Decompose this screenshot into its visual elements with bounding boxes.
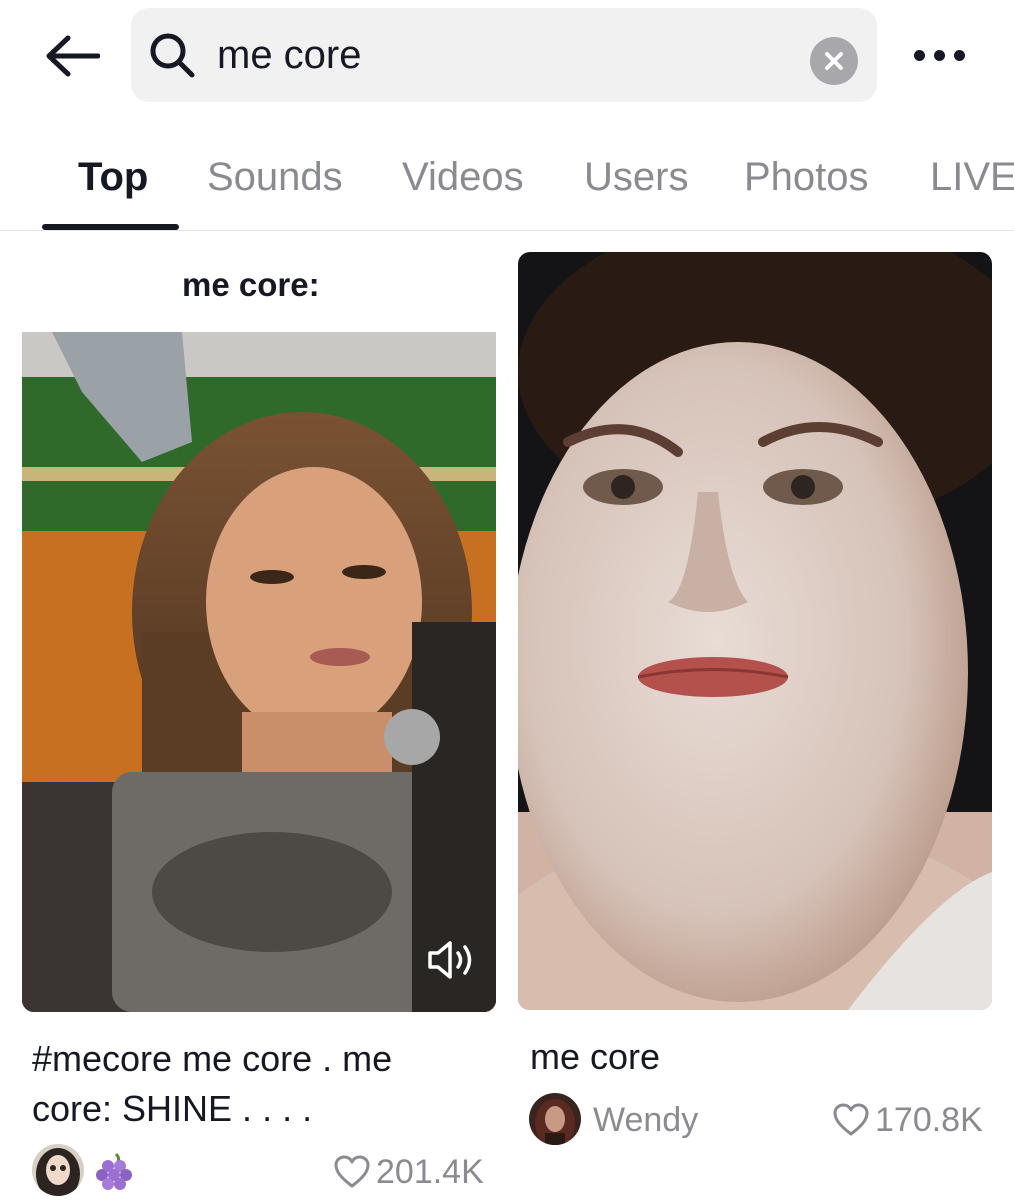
more-options-button[interactable]: [900, 30, 978, 80]
divider: [0, 230, 1014, 231]
like-count: 201.4K: [334, 1148, 484, 1196]
like-count: 170.8K: [833, 1096, 983, 1144]
more-icon: [913, 49, 925, 61]
close-icon: [825, 52, 843, 70]
tab-videos[interactable]: Videos: [402, 150, 524, 204]
back-button[interactable]: [40, 24, 104, 88]
search-input[interactable]: me core: [217, 8, 362, 102]
video-card[interactable]: [518, 252, 992, 1010]
video-caption-area: me core:: [22, 252, 496, 332]
video-thumbnail: [518, 252, 992, 1010]
avatar[interactable]: [529, 1093, 581, 1145]
tab-top[interactable]: Top: [78, 150, 148, 204]
volume-icon[interactable]: [426, 938, 476, 982]
clear-search-button[interactable]: [810, 37, 858, 85]
video-description[interactable]: me core: [530, 1032, 660, 1082]
tab-live[interactable]: LIVE: [930, 150, 1014, 204]
video-description[interactable]: #mecore me core . me core: SHINE . . . .: [32, 1034, 472, 1134]
video-thumbnail: [22, 332, 496, 1012]
heart-icon: [334, 1155, 370, 1188]
video-overlay-caption: me core:: [182, 266, 320, 303]
search-bar[interactable]: me core: [131, 8, 877, 102]
search-icon: [150, 33, 195, 78]
tab-users[interactable]: Users: [584, 150, 688, 204]
like-count-value: 170.8K: [875, 1101, 983, 1139]
heart-icon: [833, 1103, 869, 1136]
arrow-left-icon: [46, 35, 100, 77]
like-count-value: 201.4K: [376, 1153, 484, 1191]
avatar[interactable]: [32, 1144, 84, 1196]
username[interactable]: Wendy: [593, 1096, 698, 1144]
tab-sounds[interactable]: Sounds: [207, 150, 343, 204]
tab-photos[interactable]: Photos: [744, 150, 869, 204]
video-card[interactable]: me core:: [22, 252, 496, 1012]
grapes-icon: [96, 1152, 132, 1190]
